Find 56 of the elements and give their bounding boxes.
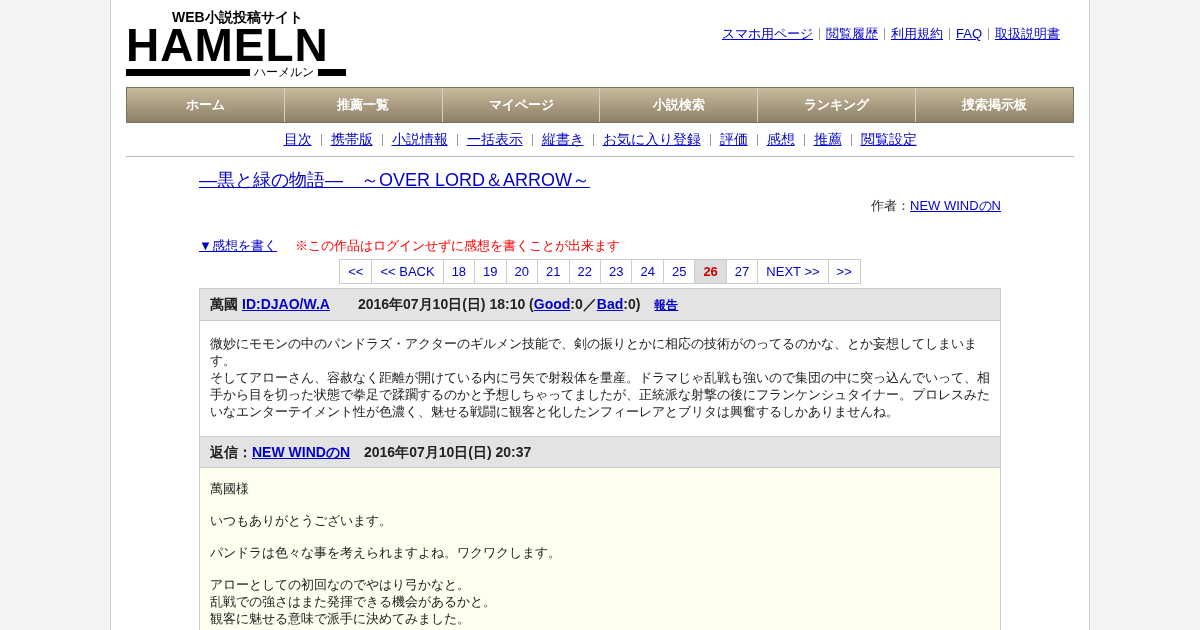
header-link[interactable]: スマホ用ページ bbox=[722, 24, 813, 44]
page-link[interactable]: 27 bbox=[725, 260, 758, 283]
header-link[interactable]: FAQ bbox=[956, 24, 982, 44]
header-link[interactable]: 取扱説明書 bbox=[995, 24, 1060, 44]
notice-text: ※この作品はログインせずに感想を書くことが出来ます bbox=[294, 236, 620, 255]
page-link[interactable]: NEXT >> bbox=[757, 260, 828, 283]
page-link[interactable]: << BACK bbox=[371, 260, 443, 283]
reply-text: 萬國様 bbox=[210, 480, 250, 497]
report-link[interactable]: 報告 bbox=[654, 295, 679, 314]
reply-author-link[interactable]: NEW WINDのN bbox=[252, 441, 350, 463]
page-link[interactable]: 23 bbox=[600, 260, 632, 283]
author-link[interactable]: NEW WINDのN bbox=[910, 196, 1001, 216]
toc-link[interactable]: 携帯版 bbox=[330, 129, 373, 150]
logo-bar bbox=[318, 68, 346, 76]
reply-text: 観客に魅せる意味で派手に決めてみました。 bbox=[210, 610, 471, 627]
reply-text: 乱戦での強さはまた発揮できる機会があるかと。 bbox=[210, 593, 497, 610]
comment-text: そしてアローさん、容赦なく距離が開けている内に弓矢で射殺体を量産。ドラマじゃ乱戦も強いので集団の中に突っ込んでいって、相手から目を切った状態で拳足で蹂躙するのかと予想しちゃってましたが、正統派な射撃の後にフランケンシュタイナー。プロレスみたいなエンターテイメント性が色濃く、魅せる戦闘に観客と化したンフィーレアとブリタは興奮するしかありませんね。 bbox=[210, 369, 990, 420]
header-link[interactable]: 利用規約 bbox=[891, 24, 943, 44]
page-link[interactable]: 26 bbox=[694, 260, 726, 283]
page-link[interactable]: 22 bbox=[568, 260, 600, 283]
reply-date: 2016年07月10日(日) 20:37 bbox=[364, 442, 532, 462]
good-count: :0／ bbox=[570, 295, 597, 314]
page-link[interactable]: 21 bbox=[537, 260, 569, 283]
page-link[interactable]: 24 bbox=[631, 260, 663, 283]
page-link[interactable]: << bbox=[340, 260, 372, 283]
comment-text: 微妙にモモンの中のパンドラズ・アクターのギルメン技能で、剣の振りとかに相応の技術がのってるのかな、とか妄想してしまいます。 bbox=[210, 335, 978, 369]
bad-count: :0) bbox=[623, 295, 641, 314]
page-link[interactable]: >> bbox=[827, 260, 860, 283]
logo-kana: ハーメルン bbox=[253, 66, 315, 78]
toc-link[interactable]: 感想 bbox=[766, 129, 795, 150]
reply-label: 返信： bbox=[210, 442, 252, 462]
logo-wordmark: HAMELN bbox=[126, 25, 330, 65]
logo-tagline: WEB小説投稿サイト bbox=[172, 10, 304, 25]
reply-text: アローとしての初回なのでやはり弓かなと。 bbox=[210, 576, 471, 593]
toc-link[interactable]: 推薦 bbox=[813, 129, 842, 150]
comment-date: 2016年07月10日(日) 18:10 ( bbox=[357, 295, 534, 314]
author-label: 作者： bbox=[871, 197, 910, 215]
bad-link[interactable]: Bad bbox=[596, 294, 624, 315]
page-link[interactable]: 19 bbox=[474, 260, 506, 283]
commenter-id-link[interactable]: ID:DJAO/W.A bbox=[242, 294, 330, 315]
toc-link[interactable]: 一括表示 bbox=[466, 129, 523, 150]
toc-link[interactable]: 縦書き bbox=[541, 129, 584, 150]
page-link[interactable]: 20 bbox=[505, 260, 538, 283]
write-review-link[interactable]: ▼感想を書く bbox=[199, 235, 277, 255]
toc-link[interactable]: お気に入り登録 bbox=[602, 129, 701, 150]
toc-link[interactable]: 閲覧設定 bbox=[860, 129, 917, 150]
novel-title[interactable]: ―黒と緑の物語― ～OVER LORD＆ARROW～ bbox=[199, 167, 591, 194]
reply-text: パンドラは色々な事を考えられますよね。ワクワクします。 bbox=[210, 544, 562, 561]
toc-link[interactable]: 評価 bbox=[719, 129, 748, 150]
page-link[interactable]: 18 bbox=[442, 260, 475, 283]
toc-link[interactable]: 小説情報 bbox=[391, 129, 448, 150]
site-logo[interactable]: WEB小説投稿サイト HAMELN ハーメルン bbox=[126, 10, 346, 78]
commenter-name: 萬國 bbox=[210, 295, 238, 314]
toc-link[interactable]: 目次 bbox=[283, 129, 312, 150]
reply-text: いつもありがとうございます。 bbox=[210, 512, 393, 529]
header-link[interactable]: 閲覧履歴 bbox=[826, 24, 878, 44]
